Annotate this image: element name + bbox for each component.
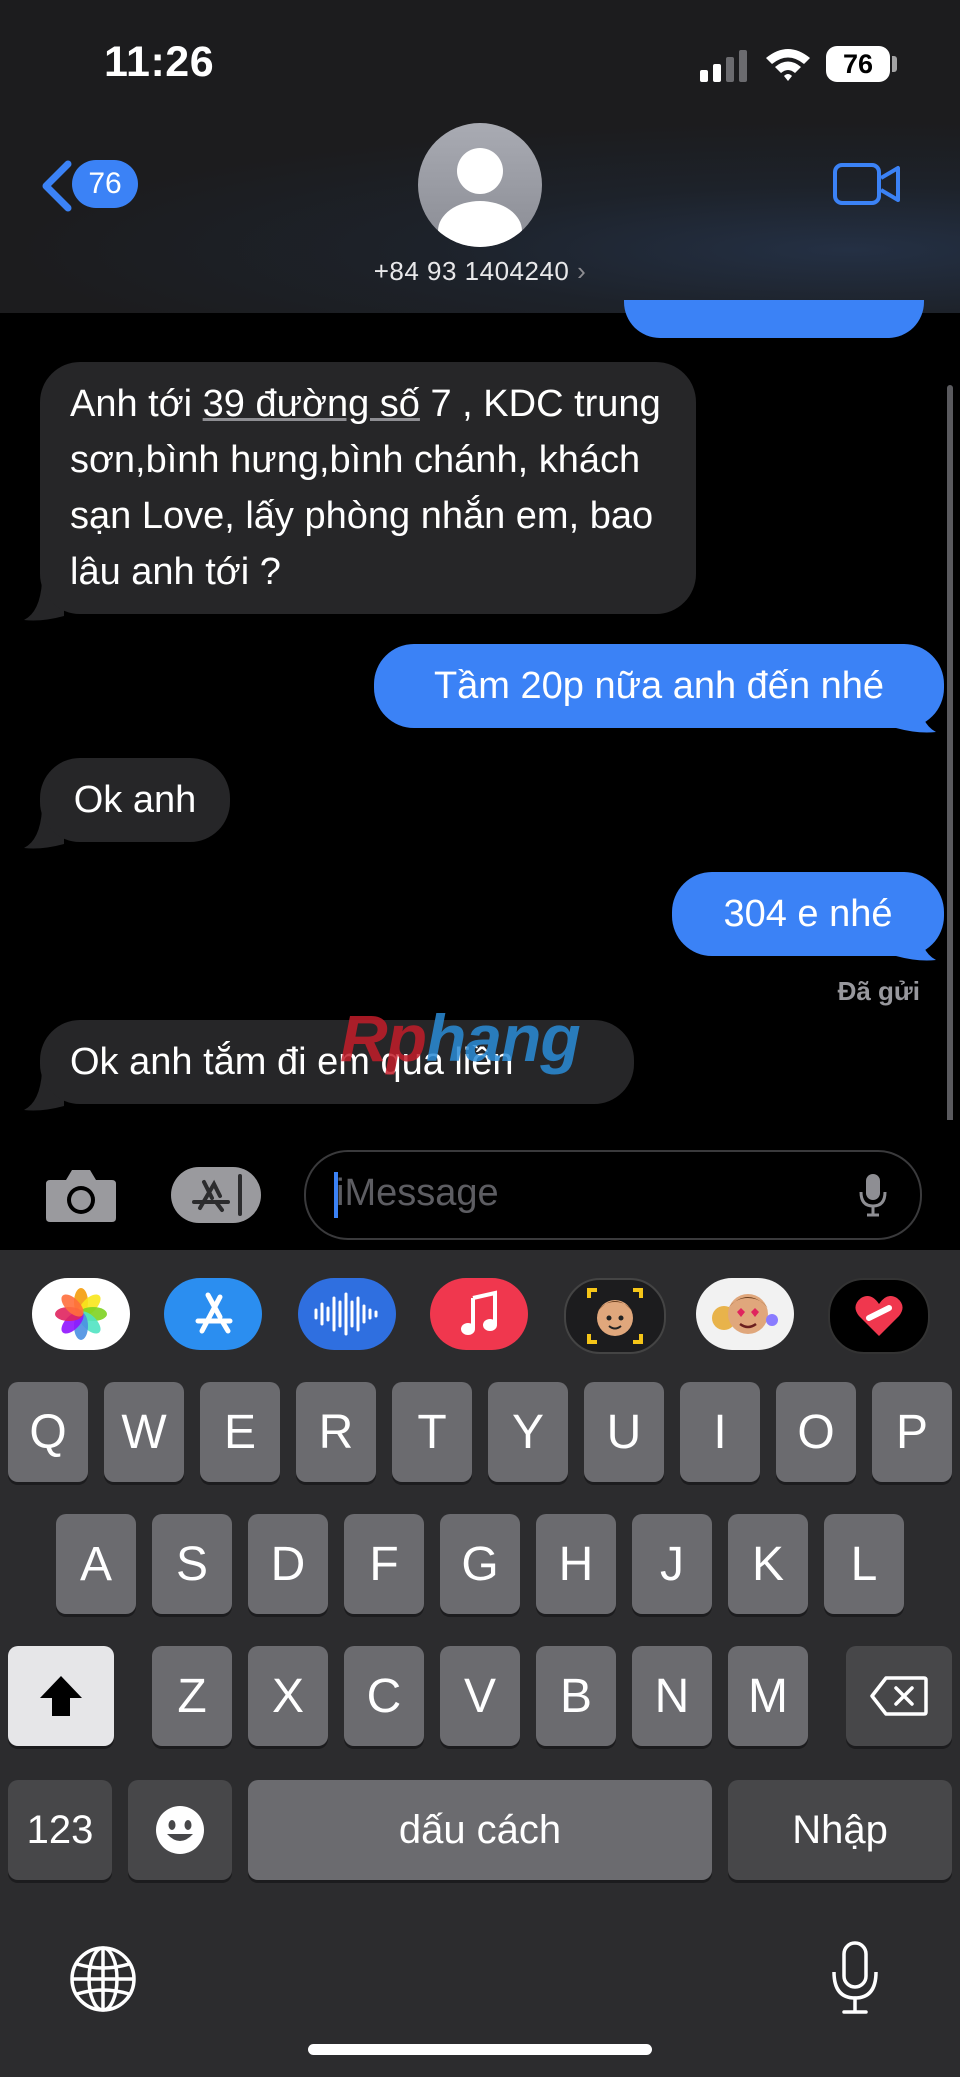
key-b[interactable]: B	[536, 1646, 616, 1746]
backspace-key[interactable]	[846, 1646, 952, 1746]
back-chevron-icon[interactable]	[38, 160, 74, 212]
app-store-toggle-icon[interactable]	[170, 1166, 262, 1224]
key-y[interactable]: Y	[488, 1382, 568, 1482]
key-k[interactable]: K	[728, 1514, 808, 1614]
key-s[interactable]: S	[152, 1514, 232, 1614]
digital-touch-icon[interactable]	[828, 1278, 930, 1354]
app-store-icon[interactable]	[164, 1278, 262, 1350]
emoji-icon	[156, 1806, 204, 1854]
key-z[interactable]: Z	[152, 1646, 232, 1746]
key-f[interactable]: F	[344, 1514, 424, 1614]
avatar[interactable]	[418, 123, 542, 247]
keyboard-dictation-icon[interactable]	[830, 1940, 880, 2016]
message-bubble-outgoing[interactable]: Tầm 20p nữa anh đến nhé	[374, 644, 944, 728]
camera-icon[interactable]	[44, 1166, 118, 1224]
shift-icon	[40, 1676, 82, 1716]
battery-nub	[892, 56, 897, 72]
photos-icon[interactable]	[32, 1278, 130, 1350]
message-bubble-incoming[interactable]: Ok anh	[40, 758, 230, 842]
signal-icon	[700, 50, 748, 82]
wifi-icon	[764, 46, 812, 82]
contact-number[interactable]: +84 93 1404240	[374, 256, 570, 286]
key-m[interactable]: M	[728, 1646, 808, 1746]
scrollbar[interactable]	[947, 385, 953, 1130]
key-j[interactable]: J	[632, 1514, 712, 1614]
space-key[interactable]: dấu cách	[248, 1780, 712, 1880]
shift-key[interactable]	[8, 1646, 114, 1746]
contact-name[interactable]: +84 93 1404240 ›	[300, 256, 660, 287]
emoji-key[interactable]	[128, 1780, 232, 1880]
key-n[interactable]: N	[632, 1646, 712, 1746]
key-q[interactable]: Q	[8, 1382, 88, 1482]
contact-chevron-icon[interactable]: ›	[577, 256, 586, 286]
dictation-mic-icon[interactable]	[858, 1172, 888, 1218]
key-l[interactable]: L	[824, 1514, 904, 1614]
key-e[interactable]: E	[200, 1382, 280, 1482]
message-bubble-outgoing[interactable]: 304 e nhé	[672, 872, 944, 956]
key-g[interactable]: G	[440, 1514, 520, 1614]
unread-count-badge[interactable]: 76	[72, 160, 138, 208]
key-x[interactable]: X	[248, 1646, 328, 1746]
key-u[interactable]: U	[584, 1382, 664, 1482]
key-r[interactable]: R	[296, 1382, 376, 1482]
message-bubble-incoming[interactable]: Anh tới 39 đường số 7 , KDC trung sơn,bì…	[40, 362, 696, 614]
key-t[interactable]: T	[392, 1382, 472, 1482]
globe-icon[interactable]	[68, 1944, 138, 2014]
key-i[interactable]: I	[680, 1382, 760, 1482]
return-key[interactable]: Nhập	[728, 1780, 952, 1880]
status-time: 11:26	[104, 38, 215, 86]
key-w[interactable]: W	[104, 1382, 184, 1482]
music-icon[interactable]	[430, 1278, 528, 1350]
memoji-stickers-icon[interactable]	[696, 1278, 794, 1350]
key-d[interactable]: D	[248, 1514, 328, 1614]
watermark-logo: Rphang	[340, 1001, 581, 1075]
message-input-placeholder: iMessage	[336, 1172, 499, 1214]
battery-icon: 76	[826, 46, 890, 82]
audio-message-icon[interactable]	[298, 1278, 396, 1350]
backspace-icon	[870, 1676, 928, 1716]
key-a[interactable]: A	[56, 1514, 136, 1614]
previous-message-bubble[interactable]	[624, 300, 924, 338]
key-c[interactable]: C	[344, 1646, 424, 1746]
facetime-video-icon[interactable]	[832, 160, 902, 210]
numbers-key[interactable]: 123	[8, 1780, 112, 1880]
message-text: Anh tới	[70, 383, 203, 425]
delivery-status: Đã gửi	[837, 976, 920, 1006]
memoji-icon[interactable]	[564, 1278, 666, 1354]
home-indicator[interactable]	[308, 2044, 652, 2055]
key-h[interactable]: H	[536, 1514, 616, 1614]
key-v[interactable]: V	[440, 1646, 520, 1746]
address-link[interactable]: 39 đường số	[203, 383, 420, 425]
key-o[interactable]: O	[776, 1382, 856, 1482]
key-p[interactable]: P	[872, 1382, 952, 1482]
